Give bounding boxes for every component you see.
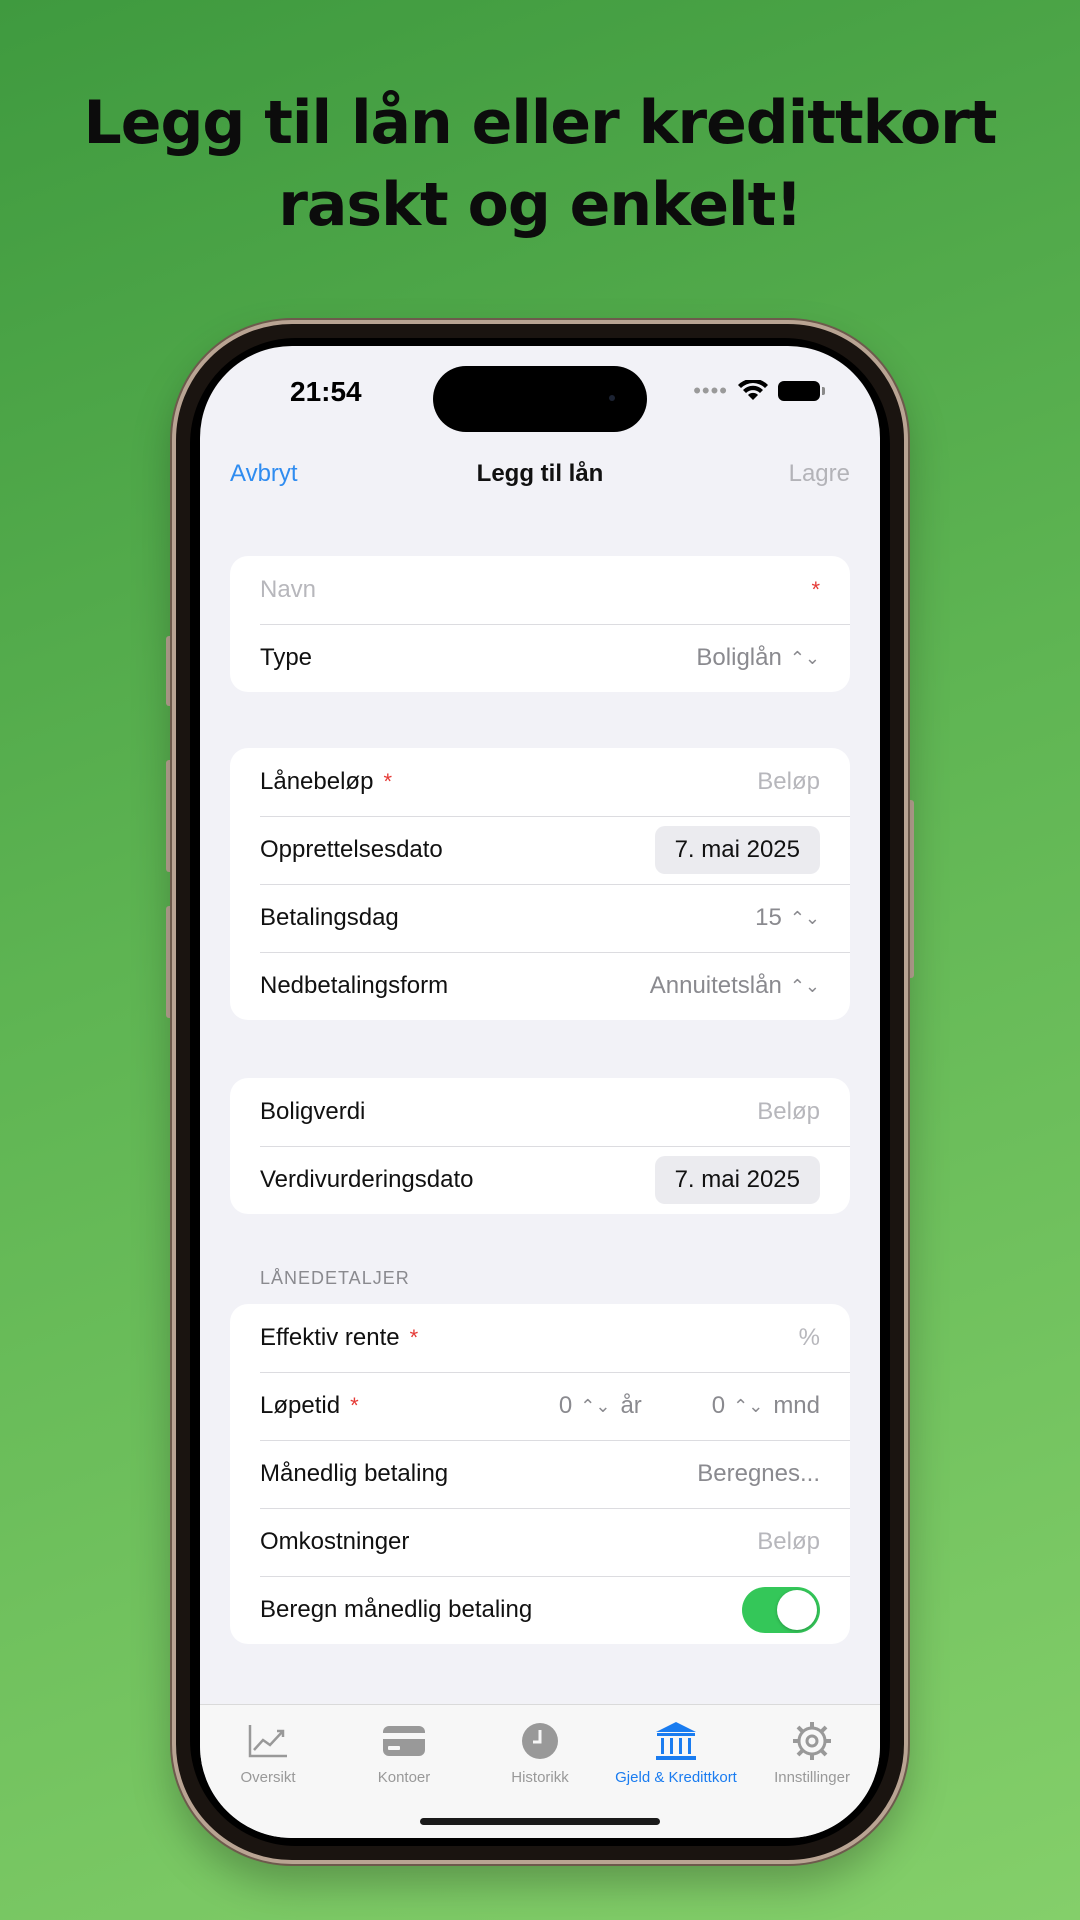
tab-gjeld-kredittkort[interactable]: Gjeld & Kredittkort [608,1719,744,1786]
term-years-picker[interactable]: 0 ⌃⌄ [559,1392,611,1420]
monthly-payment-label: Månedlig betaling [260,1460,449,1487]
valuation-date-label: Verdivurderingsdato [260,1166,474,1193]
section-header-loan-details: LÅNEDETALJER [260,1268,410,1288]
phone-screen: 21:54 •••• Avbryt Legg til lån Lagre Nav… [200,346,880,1838]
tab-label: Gjeld & Kredittkort [615,1769,737,1786]
tab-innstillinger[interactable]: Innstillinger [744,1719,880,1786]
term-row: Løpetid * 0 ⌃⌄ år 0 ⌃⌄ mnd [230,1372,850,1440]
valuation-date-picker[interactable]: 7. mai 2025 [654,1156,820,1204]
created-date-picker[interactable]: 7. mai 2025 [654,826,820,874]
term-months-picker[interactable]: 0 ⌃⌄ [712,1392,764,1420]
type-picker[interactable]: Boliglån ⌃⌄ [696,644,820,672]
home-value-label: Boligverdi [260,1098,366,1125]
chevron-updown-icon: ⌃⌄ [789,907,820,928]
costs-label: Omkostninger [260,1528,410,1555]
tab-oversikt[interactable]: Oversikt [200,1719,336,1786]
home-value-row[interactable]: Boligverdi Beløp [230,1078,850,1146]
save-button[interactable]: Lagre [789,460,850,488]
page-title: Legg til lån [476,460,604,487]
property-group: Boligverdi Beløp Verdivurderingsdato 7. … [230,1078,850,1214]
name-input[interactable]: Navn [260,576,316,604]
loan-group: Lånebeløp * Beløp Opprettelsesdato 7. mai… [230,748,850,1020]
term-years-unit: år [620,1392,642,1419]
wifi-icon [738,380,768,400]
required-marker: * [350,1393,359,1418]
status-icons: •••• [693,378,825,403]
chart-icon [248,1725,287,1758]
rate-row[interactable]: Effektiv rente * % [230,1304,850,1372]
name-row[interactable]: Navn * [230,556,850,624]
amount-label: Lånebeløp [260,768,374,795]
costs-row[interactable]: Omkostninger Beløp [230,1508,850,1576]
repayment-label: Nedbetalingsform [260,972,449,999]
tab-kontoer[interactable]: Kontoer [336,1719,472,1786]
required-marker: * [409,1325,419,1350]
chevron-updown-icon: ⌃⌄ [733,1395,764,1416]
battery-icon [778,381,825,401]
tab-label: Kontoer [377,1769,431,1786]
camera-dot [609,395,615,401]
required-marker: * [811,577,820,602]
headline-line-1: Legg til lån eller kredittkort [83,88,998,158]
calc-monthly-label: Beregn månedlig betaling [260,1596,533,1623]
type-row[interactable]: Type Boliglån ⌃⌄ [230,624,850,692]
gear-icon [793,1722,831,1760]
required-marker: * [383,769,392,794]
tab-label: Innstillinger [774,1769,850,1786]
created-date-label: Opprettelsesdato [260,836,443,863]
headline: Legg til lån eller kredittkort raskt og … [0,82,1080,246]
payday-row[interactable]: Betalingsdag 15 ⌃⌄ [230,884,850,952]
basic-info-group: Navn * Type Boliglån ⌃⌄ [230,556,850,692]
tab-historikk[interactable]: Historikk [472,1719,608,1786]
chevron-updown-icon: ⌃⌄ [789,647,820,668]
nav-bar: Avbryt Legg til lån Lagre [200,450,880,510]
loan-details-group: Effektiv rente * % Løpetid * 0 ⌃⌄ år 0 ⌃⌄ mn… [230,1304,850,1644]
payday-picker[interactable]: 15 ⌃⌄ [755,904,820,932]
monthly-payment-value: Beregnes... [697,1460,820,1487]
type-label: Type [260,644,313,671]
costs-input[interactable]: Beløp [757,1528,820,1556]
calc-monthly-row: Beregn månedlig betaling [230,1576,850,1644]
clock-icon [522,1723,558,1759]
repayment-picker[interactable]: Annuitetslån ⌃⌄ [650,972,820,1000]
rate-label: Effektiv rente [260,1324,400,1351]
created-date-row: Opprettelsesdato 7. mai 2025 [230,816,850,884]
chevron-updown-icon: ⌃⌄ [580,1395,611,1416]
calc-monthly-toggle[interactable] [742,1587,820,1633]
toggle-knob [777,1590,817,1630]
valuation-date-row: Verdivurderingsdato 7. mai 2025 [230,1146,850,1214]
home-indicator [420,1818,660,1825]
headline-line-2: raskt og enkelt! [278,170,802,240]
amount-input[interactable]: Beløp [757,768,820,796]
cellular-signal-icon: •••• [693,378,728,403]
repayment-row[interactable]: Nedbetalingsform Annuitetslån ⌃⌄ [230,952,850,1020]
dynamic-island [433,366,647,432]
term-months-unit: mnd [773,1392,820,1419]
monthly-payment-row: Månedlig betaling Beregnes... [230,1440,850,1508]
home-value-input[interactable]: Beløp [757,1098,820,1126]
rate-input[interactable]: % [799,1324,820,1352]
tab-label: Oversikt [240,1769,296,1786]
chevron-updown-icon: ⌃⌄ [789,975,820,996]
term-label: Løpetid [260,1392,341,1419]
status-time: 21:54 [290,376,362,407]
payday-label: Betalingsdag [260,904,399,931]
card-icon [383,1726,425,1756]
bank-icon [656,1722,696,1760]
tab-label: Historikk [511,1769,569,1786]
amount-row[interactable]: Lånebeløp * Beløp [230,748,850,816]
